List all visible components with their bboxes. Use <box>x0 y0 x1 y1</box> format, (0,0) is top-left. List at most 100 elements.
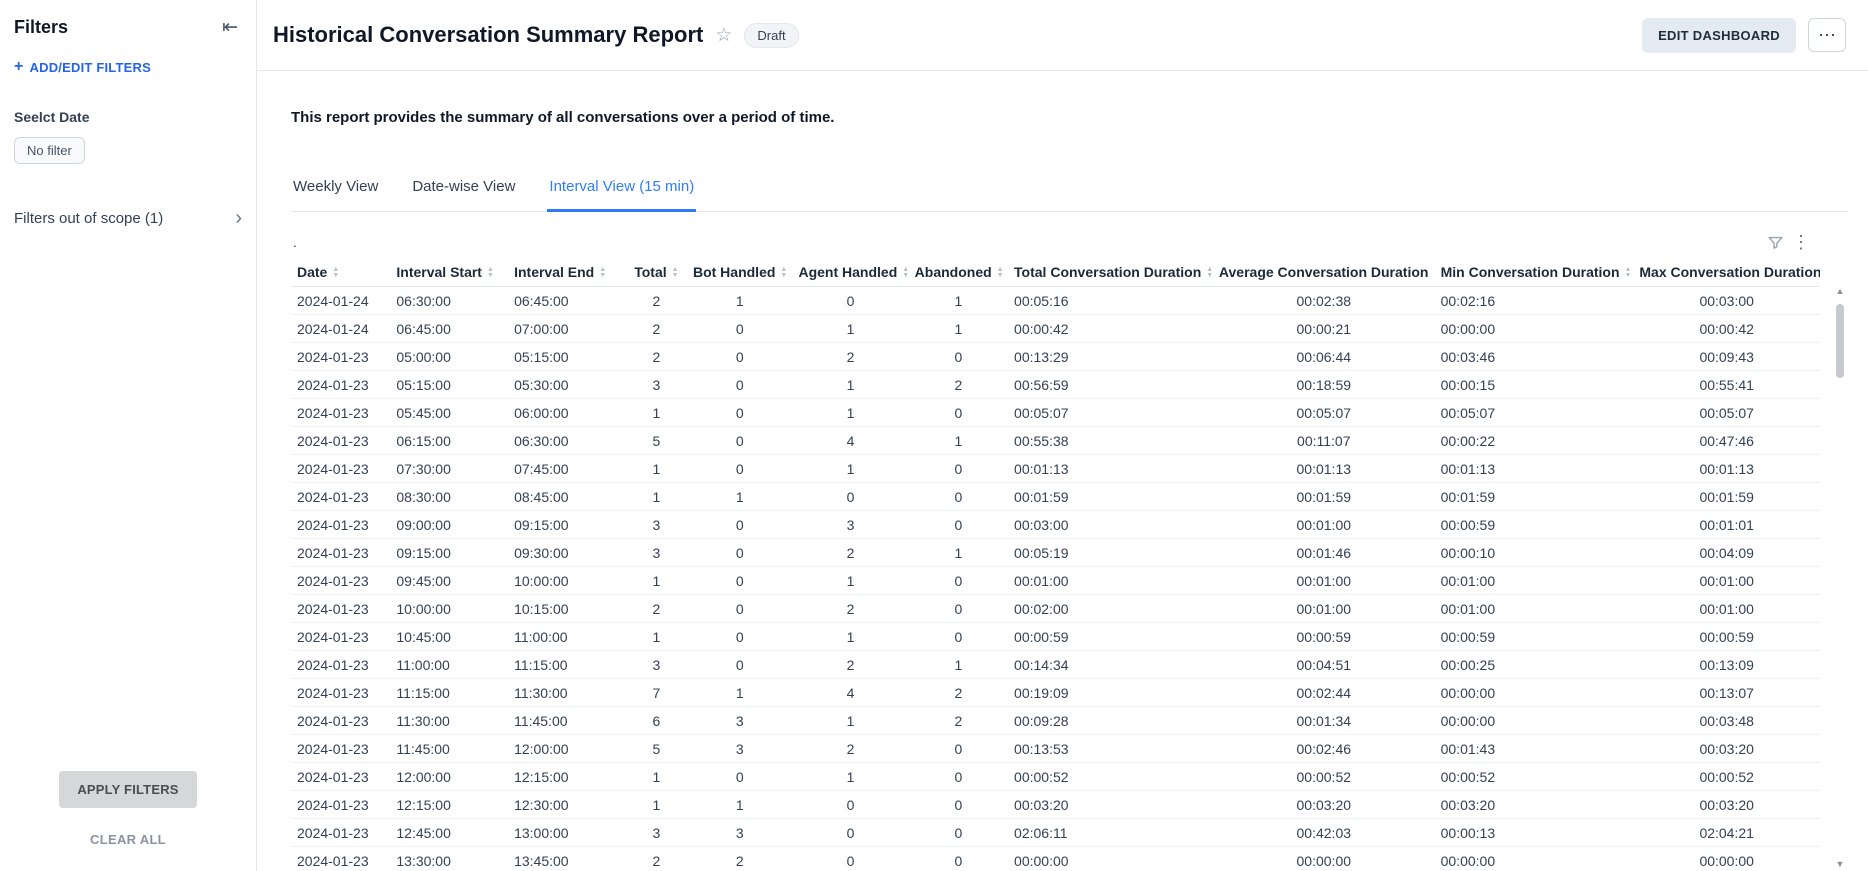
table-scrollbar[interactable]: ▲ ▼ <box>1834 286 1846 871</box>
sort-icon[interactable]: ▲▼ <box>487 267 494 279</box>
table-cell: 09:30:00 <box>508 539 626 567</box>
table-cell: 00:00:00 <box>1213 847 1435 871</box>
table-cell: 00:55:38 <box>1008 427 1213 455</box>
column-header-label: Interval End <box>514 264 594 280</box>
table-cell: 00:00:59 <box>1435 511 1634 539</box>
table-cell: 1 <box>792 455 908 483</box>
table-cell: 11:00:00 <box>508 623 626 651</box>
sort-icon[interactable]: ▲▼ <box>672 267 679 279</box>
table-cell: 08:45:00 <box>508 483 626 511</box>
kebab-menu-icon[interactable]: ⋮ <box>1788 229 1814 255</box>
column-header[interactable]: Date▲▼ <box>291 258 390 287</box>
sort-icon[interactable]: ▲▼ <box>1206 267 1213 279</box>
table-cell: 00:00:00 <box>1435 707 1634 735</box>
table-area: . ⋮ Date▲▼Interval Start▲▼Interval End▲▼… <box>291 226 1848 871</box>
add-edit-filters-button[interactable]: + ADD/EDIT FILTERS <box>14 59 242 75</box>
filters-title: Filters <box>14 17 68 38</box>
table-cell: 05:45:00 <box>390 399 508 427</box>
filters-out-of-scope-row[interactable]: Filters out of scope (1) › <box>14 208 242 228</box>
table-cell: 3 <box>626 511 687 539</box>
column-header[interactable]: Average Conversation Duration▲▼ <box>1213 258 1435 287</box>
no-filter-chip[interactable]: No filter <box>14 137 85 164</box>
column-header[interactable]: Agent Handled▲▼ <box>792 258 908 287</box>
table-cell: 00:01:13 <box>1435 455 1634 483</box>
scrollbar-up-icon[interactable]: ▲ <box>1834 286 1846 296</box>
more-options-button[interactable]: ⋯ <box>1808 18 1846 52</box>
table-cell: 12:15:00 <box>508 763 626 791</box>
column-header-label: Abandoned <box>915 264 992 280</box>
table-cell: 0 <box>909 763 1008 791</box>
table-cell: 00:00:10 <box>1435 539 1634 567</box>
tab-interval-view[interactable]: Interval View (15 min) <box>547 166 696 212</box>
table-cell: 2 <box>909 707 1008 735</box>
scrollbar-down-icon[interactable]: ▼ <box>1834 859 1846 869</box>
table-cell: 2024-01-23 <box>291 399 390 427</box>
table-cell: 1 <box>792 399 908 427</box>
view-tabs: Weekly View Date-wise View Interval View… <box>291 166 1848 212</box>
table-cell: 0 <box>909 847 1008 871</box>
star-icon[interactable]: ☆ <box>715 24 732 47</box>
table-cell: 1 <box>909 315 1008 343</box>
table-row: 2024-01-2305:00:0005:15:00202000:13:2900… <box>291 343 1820 371</box>
sort-icon[interactable]: ▲▼ <box>780 267 787 279</box>
table-cell: 2 <box>792 735 908 763</box>
table-cell: 0 <box>792 819 908 847</box>
table-cell: 2 <box>792 539 908 567</box>
sort-icon[interactable]: ▲▼ <box>1625 267 1632 279</box>
table-cell: 1 <box>909 427 1008 455</box>
table-cell: 00:13:29 <box>1008 343 1213 371</box>
sort-icon[interactable]: ▲▼ <box>332 267 339 279</box>
table-cell: 0 <box>909 819 1008 847</box>
column-header[interactable]: Abandoned ▲▼ <box>909 258 1008 287</box>
column-header-label: Total Conversation Duration <box>1014 264 1201 280</box>
column-header-label: Bot Handled <box>693 264 775 280</box>
column-header[interactable]: Interval End ▲▼ <box>508 258 626 287</box>
sort-icon[interactable]: ▲▼ <box>1433 267 1434 279</box>
tab-date-wise-view[interactable]: Date-wise View <box>410 166 517 212</box>
table-cell: 2 <box>792 651 908 679</box>
table-cell: 2024-01-23 <box>291 455 390 483</box>
table-cell: 00:00:59 <box>1213 623 1435 651</box>
tab-weekly-view[interactable]: Weekly View <box>291 166 380 212</box>
column-header[interactable]: Total Conversation Duration ▲▼ <box>1008 258 1213 287</box>
table-cell: 00:01:01 <box>1633 511 1820 539</box>
table-body: 2024-01-2406:30:0006:45:00210100:05:1600… <box>291 287 1820 871</box>
table-cell: 05:15:00 <box>508 343 626 371</box>
sort-icon[interactable]: ▲▼ <box>599 267 606 279</box>
table-cell: 00:01:00 <box>1435 567 1634 595</box>
table-cell: 00:01:46 <box>1213 539 1435 567</box>
status-badge: Draft <box>744 23 798 48</box>
table-cell: 00:05:19 <box>1008 539 1213 567</box>
column-header[interactable]: Total▲▼ <box>626 258 687 287</box>
column-header[interactable]: Interval Start▲▼ <box>390 258 508 287</box>
table-cell: 2 <box>687 847 793 871</box>
column-header[interactable]: Min Conversation Duration▲▼ <box>1435 258 1634 287</box>
table-cell: 2024-01-23 <box>291 427 390 455</box>
column-header[interactable]: Bot Handled ▲▼ <box>687 258 793 287</box>
sort-icon[interactable]: ▲▼ <box>997 267 1004 279</box>
table-cell: 0 <box>792 847 908 871</box>
table-row: 2024-01-2306:15:0006:30:00504100:55:3800… <box>291 427 1820 455</box>
table-cell: 00:03:20 <box>1008 791 1213 819</box>
filter-funnel-icon[interactable] <box>1762 229 1788 255</box>
table-cell: 00:02:46 <box>1213 735 1435 763</box>
table-cell: 2 <box>626 847 687 871</box>
sort-icon[interactable]: ▲▼ <box>902 267 908 279</box>
column-header[interactable]: Max Conversation Duration▲▼ <box>1633 258 1820 287</box>
table-row: 2024-01-2312:45:0013:00:00330002:06:1100… <box>291 819 1820 847</box>
edit-dashboard-button[interactable]: EDIT DASHBOARD <box>1642 18 1796 53</box>
table-cell: 2024-01-23 <box>291 595 390 623</box>
table-cell: 00:02:44 <box>1213 679 1435 707</box>
clear-all-button[interactable]: CLEAR ALL <box>90 832 166 847</box>
table-cell: 0 <box>909 455 1008 483</box>
table-cell: 0 <box>687 511 793 539</box>
table-cell: 2 <box>792 343 908 371</box>
table-cell: 00:47:46 <box>1633 427 1820 455</box>
table-cell: 06:45:00 <box>508 287 626 315</box>
table-cell: 00:04:51 <box>1213 651 1435 679</box>
collapse-sidebar-icon[interactable]: ⇤ <box>218 16 242 39</box>
apply-filters-button[interactable]: APPLY FILTERS <box>59 771 196 808</box>
scrollbar-thumb[interactable] <box>1836 304 1844 378</box>
table-cell: 2024-01-24 <box>291 315 390 343</box>
table-cell: 13:30:00 <box>390 847 508 871</box>
